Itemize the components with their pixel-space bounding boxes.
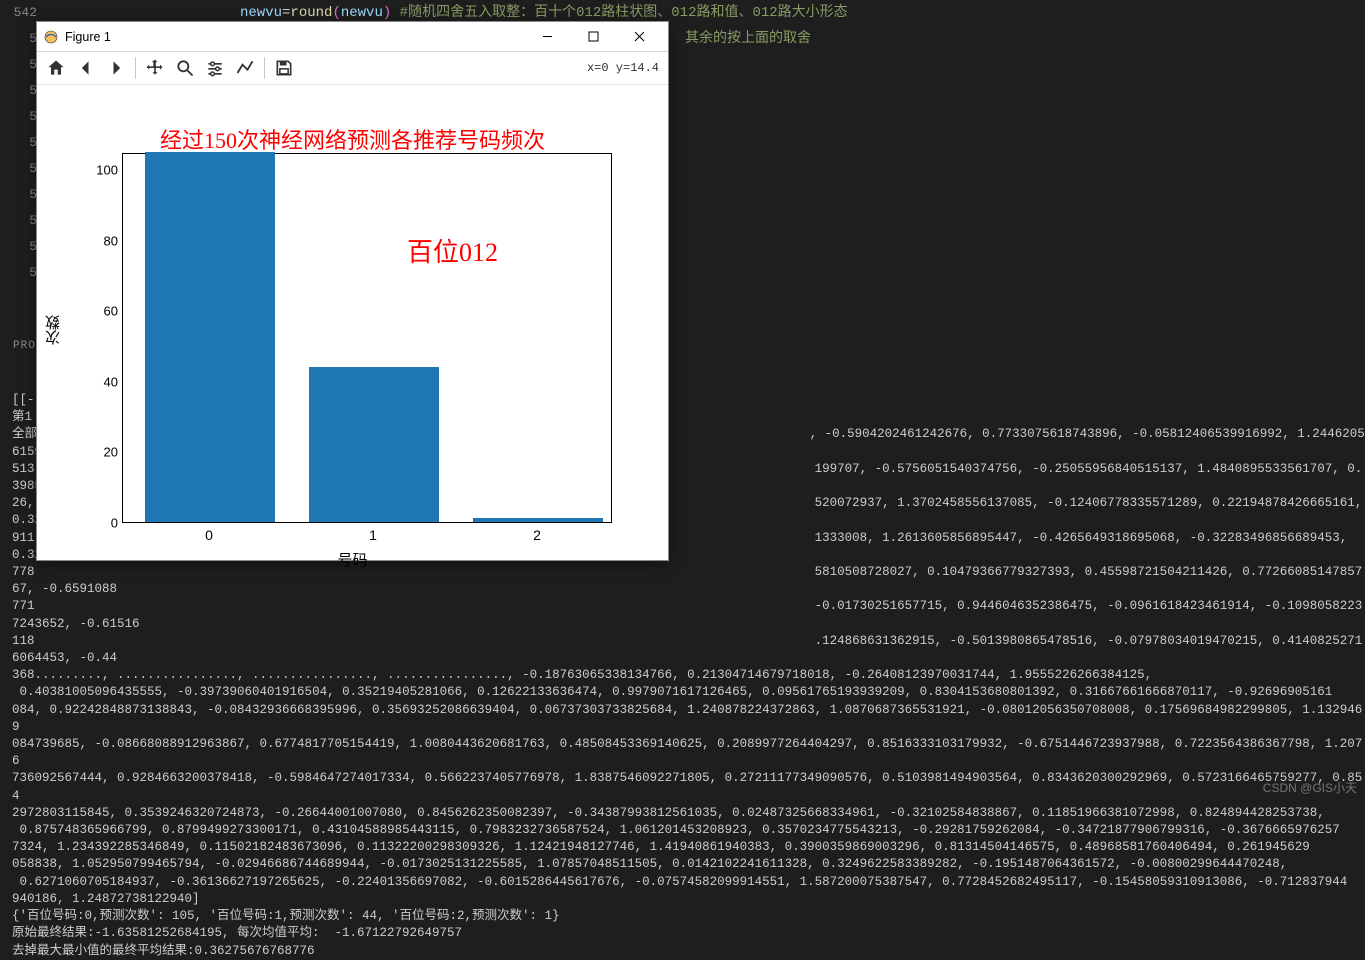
variable: newvu xyxy=(240,5,282,21)
x-tick: 0 xyxy=(205,527,213,543)
close-button[interactable] xyxy=(616,23,662,51)
y-tick: 60 xyxy=(104,304,118,319)
bar-2 xyxy=(473,518,603,522)
zoom-icon[interactable] xyxy=(172,55,198,81)
bar-1 xyxy=(309,367,439,522)
problems-tab[interactable]: PRO xyxy=(13,340,36,352)
line-icon[interactable] xyxy=(232,55,258,81)
comment: #随机四舍五入取整：百十个012路柱状图、012路和值、012路大小形态 xyxy=(391,5,847,21)
configure-icon[interactable] xyxy=(202,55,228,81)
window-titlebar[interactable]: Figure 1 xyxy=(37,22,668,52)
minimize-button[interactable] xyxy=(524,23,570,51)
back-icon[interactable] xyxy=(73,55,99,81)
save-icon[interactable] xyxy=(271,55,297,81)
cursor-coordinates: x=0 y=14.4 xyxy=(587,61,662,75)
window-title: Figure 1 xyxy=(65,30,111,44)
figure-window: Figure 1 x=0 y=14.4 经过150次神经网络预测各推荐号码频次 … xyxy=(36,21,669,561)
y-tick: 0 xyxy=(111,516,118,531)
y-axis-label: 次数 xyxy=(43,315,64,345)
function-call: round xyxy=(290,5,332,21)
x-tick: 2 xyxy=(533,527,541,543)
bar-0 xyxy=(145,152,275,522)
y-tick: 40 xyxy=(104,375,118,390)
x-axis-label: 号码 xyxy=(37,549,668,570)
maximize-button[interactable] xyxy=(570,23,616,51)
pan-icon[interactable] xyxy=(142,55,168,81)
watermark: CSDN @GIS小天 xyxy=(1263,779,1357,796)
home-icon[interactable] xyxy=(43,55,69,81)
chart-title: 经过150次神经网络预测各推荐号码频次 xyxy=(37,123,668,155)
x-tick: 1 xyxy=(369,527,377,543)
plot-canvas[interactable]: 经过150次神经网络预测各推荐号码频次 百位012 0 20 40 60 80 … xyxy=(37,85,668,560)
toolbar-separator xyxy=(135,57,136,79)
toolbar-separator xyxy=(264,57,265,79)
forward-icon[interactable] xyxy=(103,55,129,81)
y-tick: 100 xyxy=(96,163,118,178)
y-tick: 20 xyxy=(104,445,118,460)
figure-toolbar: x=0 y=14.4 xyxy=(37,52,668,85)
y-tick: 80 xyxy=(104,234,118,249)
axes xyxy=(122,153,612,523)
app-icon xyxy=(43,29,59,45)
comment: 其余的按上面的取舍 xyxy=(685,31,811,47)
